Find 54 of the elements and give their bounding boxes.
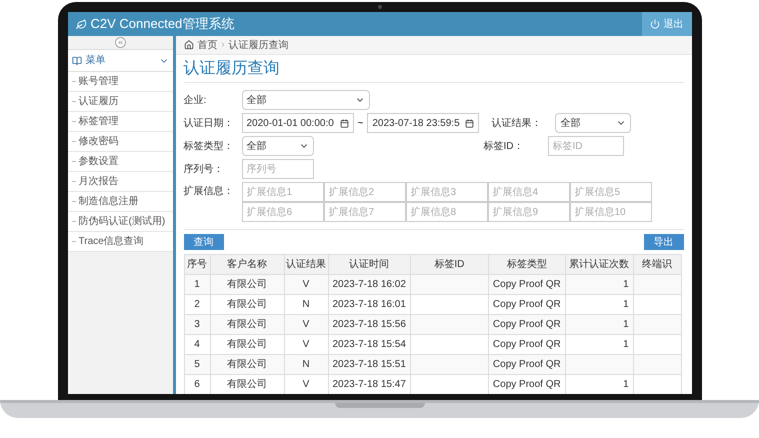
input-field[interactable]: 扩展信息4 [488,182,570,202]
menu-item[interactable]: 月次报告 [68,172,172,192]
input-field[interactable]: 扩展信息8 [406,202,488,222]
input-field[interactable]: 扩展信息10 [570,202,652,222]
menu-item[interactable]: 制造信息注册 [68,192,172,212]
menu-item[interactable]: 参数设置 [68,152,172,172]
search-button[interactable]: 查询 [184,234,224,250]
input-field[interactable]: 扩展信息5 [570,182,652,202]
menu-item[interactable]: 修改密码 [68,132,172,152]
input-field[interactable]: 扩展信息2 [324,182,406,202]
menu-item-label: 防伪码认证(测试用) [78,214,166,229]
app-title: C2V Connected管理系统 [90,15,234,34]
menu-item[interactable]: Trace信息查询 [68,232,172,252]
input-field[interactable]: 序列号 [242,159,314,179]
field-label: 认证结果： [491,116,542,130]
page-title: 认证履历查询 [184,58,280,78]
column-header: 序号 [184,254,210,274]
breadcrumb-link[interactable]: 首页 [198,38,218,52]
date-separator: ~ [356,116,364,130]
date-from-field[interactable]: 2020-01-01 00:00:0 [242,113,354,133]
input-field[interactable]: 扩展信息7 [324,202,406,222]
export-button[interactable]: 导出 [644,234,684,250]
field-label: 认证日期： [184,116,234,130]
table-cell: 6 [184,374,210,394]
book-icon [72,56,82,66]
field-label: 标签ID： [484,140,524,154]
tag-type-select[interactable]: 全部 [242,136,314,156]
chevrons-left-icon [116,39,124,46]
input-field[interactable]: 扩展信息3 [406,182,488,202]
menu-item[interactable]: 账号管理 [68,72,172,92]
date-to-field[interactable]: 2023-07-18 23:59:5 [367,113,480,133]
home-icon [184,40,194,50]
menu-item[interactable]: 标签管理 [68,112,172,132]
collapse-button[interactable] [114,37,126,48]
leaf-icon [76,18,86,30]
calendar-icon [465,118,474,128]
field-label: 扩展信息： [184,184,234,199]
menu-item[interactable]: 认证履历 [68,92,172,112]
breadcrumb-separator: › [222,38,224,52]
input-field[interactable]: 扩展信息6 [242,202,324,222]
menu-item-label: 参数设置 [78,154,118,169]
calendar-icon [340,118,348,128]
field-label: 标签类型： [184,140,234,154]
result-select[interactable]: 全部 [555,113,632,133]
company-select[interactable]: 全部 [242,90,370,110]
input-field[interactable]: 扩展信息1 [242,182,324,202]
menu-header[interactable]: 菜单 [68,50,172,72]
field-label: 序列号： [184,162,224,176]
breadcrumb-link[interactable]: 认证履历查询 [228,38,288,52]
input-field[interactable]: 标签ID [548,136,624,156]
menu-item[interactable]: 防伪码认证(测试用) [68,212,172,232]
field-label: 企业: [184,94,208,108]
input-field[interactable]: 扩展信息9 [488,202,570,222]
power-icon [650,19,660,29]
